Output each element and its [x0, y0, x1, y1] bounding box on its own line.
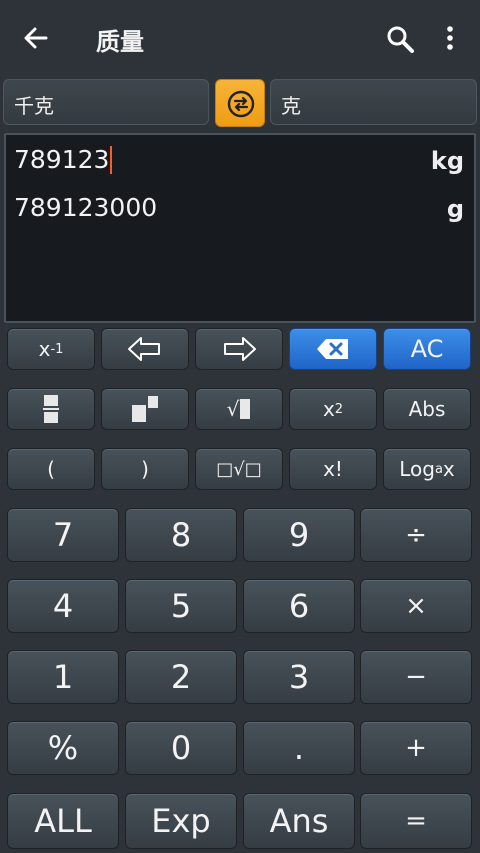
key-4[interactable]: 4 — [7, 579, 119, 633]
key-0[interactable]: 0 — [125, 721, 237, 775]
sqrt-box-icon — [240, 399, 251, 419]
square-label: x — [322, 397, 335, 421]
key-minus[interactable]: − — [360, 650, 472, 704]
unit-selector-row: 千克 克 — [0, 79, 480, 127]
inverse-sup: -1 — [50, 341, 64, 357]
fraction-icon — [43, 395, 59, 423]
key-6[interactable]: 6 — [243, 579, 355, 633]
square-sup: 2 — [334, 401, 344, 417]
to-unit-select[interactable]: 克 — [270, 79, 477, 125]
swap-units-button[interactable] — [215, 79, 265, 127]
log-label: Log — [399, 457, 435, 481]
result-display: 789123 kg 789123000 g — [4, 133, 476, 323]
clear-all-button[interactable]: AC — [383, 328, 471, 370]
key-3[interactable]: 3 — [243, 650, 355, 704]
inverse-button[interactable]: x -1 — [7, 328, 95, 370]
fraction-button[interactable] — [7, 388, 95, 430]
sqrt-label: √ — [226, 397, 240, 421]
input-value: 789123 — [14, 145, 110, 174]
key-all[interactable]: ALL — [7, 793, 119, 849]
sqrt-button[interactable]: √ — [195, 388, 283, 430]
factorial-button[interactable]: x! — [289, 448, 377, 490]
arrow-left-outline-icon — [128, 337, 160, 361]
log-arg: x — [442, 457, 455, 481]
output-value: 789123000 — [14, 193, 158, 222]
key-percent[interactable]: % — [7, 721, 119, 775]
from-unit-select[interactable]: 千克 — [3, 79, 209, 125]
key-equals[interactable]: = — [360, 793, 472, 849]
page-title: 质量 — [96, 28, 144, 56]
key-2[interactable]: 2 — [125, 650, 237, 704]
close-paren-button[interactable]: ) — [101, 448, 189, 490]
nth-root-button[interactable]: □√□ — [195, 448, 283, 490]
more-vertical-icon[interactable] — [440, 24, 460, 54]
arrow-right-outline-icon — [224, 337, 256, 361]
swap-icon — [227, 90, 255, 118]
input-unit-label: kg — [430, 147, 464, 175]
key-7[interactable]: 7 — [7, 508, 119, 562]
key-exp[interactable]: Exp — [125, 793, 237, 849]
key-1[interactable]: 1 — [7, 650, 119, 704]
cursor-right-button[interactable] — [195, 328, 283, 370]
power-button[interactable] — [101, 388, 189, 430]
input-value-line[interactable]: 789123 — [14, 145, 113, 174]
inverse-label: x — [38, 337, 51, 361]
key-decimal[interactable]: . — [243, 721, 355, 775]
key-5[interactable]: 5 — [125, 579, 237, 633]
cursor-left-button[interactable] — [101, 328, 189, 370]
key-8[interactable]: 8 — [125, 508, 237, 562]
app-bar: 质量 — [0, 0, 480, 72]
search-icon[interactable] — [385, 24, 415, 54]
open-paren-button[interactable]: ( — [7, 448, 95, 490]
log-base: a — [434, 461, 443, 477]
power-icon — [132, 396, 158, 422]
key-9[interactable]: 9 — [243, 508, 355, 562]
key-plus[interactable]: + — [360, 721, 472, 775]
log-button[interactable]: Log a x — [383, 448, 471, 490]
backspace-icon — [317, 339, 348, 359]
key-ans[interactable]: Ans — [243, 793, 355, 849]
back-arrow-icon[interactable] — [22, 24, 50, 52]
backspace-button[interactable] — [289, 328, 377, 370]
output-unit-label: g — [446, 195, 464, 223]
key-divide[interactable]: ÷ — [360, 508, 472, 562]
abs-button[interactable]: Abs — [383, 388, 471, 430]
key-multiply[interactable]: × — [360, 579, 472, 633]
text-cursor — [110, 146, 113, 174]
square-button[interactable]: x2 — [289, 388, 377, 430]
